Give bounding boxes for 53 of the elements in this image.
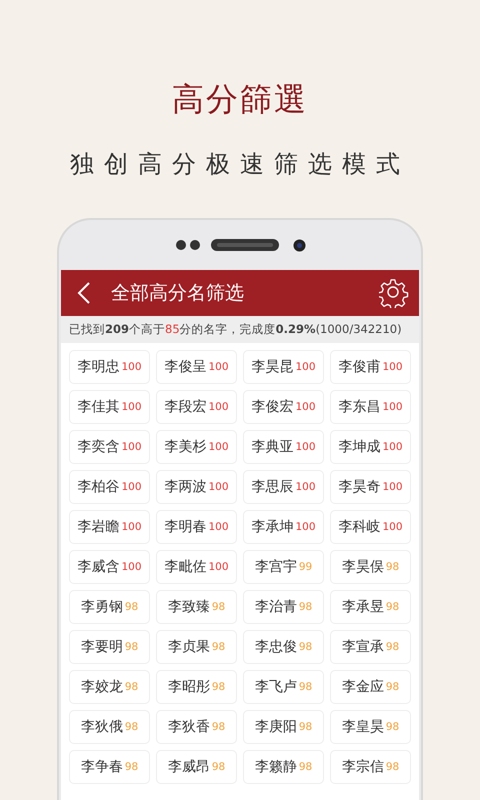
name-card[interactable]: 李柏谷 100 — [69, 470, 150, 504]
name-card[interactable]: 李要明 98 — [69, 630, 150, 664]
name-card[interactable]: 李美杉 100 — [156, 430, 237, 464]
name-card[interactable]: 李狄俄 98 — [69, 710, 150, 744]
name-card[interactable]: 李段宏 100 — [156, 390, 237, 424]
name-card[interactable]: 李昭彤 98 — [156, 670, 237, 704]
name-card[interactable]: 李奕含 100 — [69, 430, 150, 464]
name-card[interactable]: 李狄香 98 — [156, 710, 237, 744]
speaker-grille-icon — [210, 239, 278, 251]
name-card[interactable]: 李明忠 100 — [69, 350, 150, 384]
name-card[interactable]: 李争春 98 — [69, 750, 150, 784]
name-card[interactable]: 李威含 100 — [69, 550, 150, 584]
name-card[interactable]: 李俊甫 100 — [330, 350, 411, 384]
name-card[interactable]: 李皇昊 98 — [330, 710, 411, 744]
name-card[interactable]: 李昊奇 100 — [330, 470, 411, 504]
name-card[interactable]: 李东昌 100 — [330, 390, 411, 424]
back-icon[interactable] — [77, 282, 91, 304]
name-card[interactable]: 李勇钢 98 — [69, 590, 150, 624]
name-card[interactable]: 李佳其 100 — [69, 390, 150, 424]
promo-subtitle: 独创高分极速筛选模式 — [70, 149, 410, 180]
name-card[interactable]: 李金应 98 — [330, 670, 411, 704]
name-card[interactable]: 李毗佐 100 — [156, 550, 237, 584]
name-card[interactable]: 李科岐 100 — [330, 510, 411, 544]
name-card[interactable]: 李承昱 98 — [330, 590, 411, 624]
name-card[interactable]: 李威昂 98 — [156, 750, 237, 784]
name-card[interactable]: 李致臻 98 — [156, 590, 237, 624]
name-card[interactable]: 李典亚 100 — [243, 430, 324, 464]
name-card[interactable]: 李思辰 100 — [243, 470, 324, 504]
camera-icon — [292, 238, 306, 252]
name-card[interactable]: 李庚阳 98 — [243, 710, 324, 744]
name-card[interactable]: 李明春 100 — [156, 510, 237, 544]
name-card[interactable]: 李飞卢 98 — [243, 670, 324, 704]
name-card[interactable]: 李宣承 98 — [330, 630, 411, 664]
name-card[interactable]: 李忠俊 98 — [243, 630, 324, 664]
name-card[interactable]: 李昊俣 98 — [330, 550, 411, 584]
name-card[interactable]: 李宗信 98 — [330, 750, 411, 784]
name-card[interactable]: 李宫宇 99 — [243, 550, 324, 584]
name-card[interactable]: 李坤成 100 — [330, 430, 411, 464]
screen-title: 全部高分名筛选 — [111, 281, 245, 306]
name-card[interactable]: 李岩瞻 100 — [69, 510, 150, 544]
name-card[interactable]: 李俊呈 100 — [156, 350, 237, 384]
name-card[interactable]: 李籁静 98 — [243, 750, 324, 784]
name-card[interactable]: 李贞果 98 — [156, 630, 237, 664]
name-card[interactable]: 李姣龙 98 — [69, 670, 150, 704]
name-card[interactable]: 李俊宏 100 — [243, 390, 324, 424]
progress-summary: 已找到209个高于85分的名字，完成度0.29%(1000/342210) — [61, 316, 419, 343]
name-card[interactable]: 李承坤 100 — [243, 510, 324, 544]
promo-title: 高分篩選 — [172, 79, 308, 120]
name-card[interactable]: 李昊昆 100 — [243, 350, 324, 384]
name-card[interactable]: 李治青 98 — [243, 590, 324, 624]
sensor-dots-icon — [174, 239, 202, 251]
name-card[interactable]: 李两波 100 — [156, 470, 237, 504]
settings-icon[interactable] — [379, 278, 409, 308]
